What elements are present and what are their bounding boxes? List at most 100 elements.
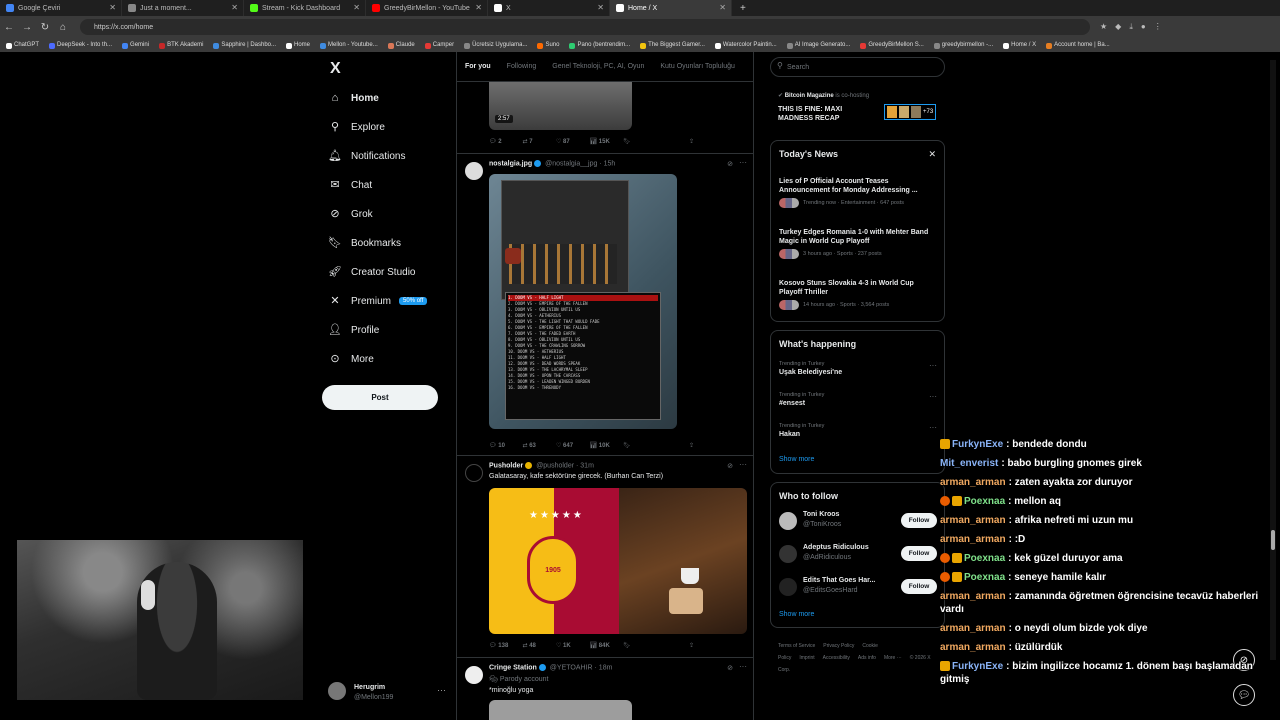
tweet-time[interactable]: 18m	[599, 664, 613, 671]
bookmark-item[interactable]: Camper	[423, 42, 462, 49]
avatar[interactable]	[779, 545, 797, 563]
close-tab-icon[interactable]: ✕	[353, 3, 360, 12]
bookmark-item[interactable]: DeepSeek - Into th...	[47, 42, 120, 49]
download-icon[interactable]: ⤓	[1129, 22, 1133, 32]
x-logo[interactable]: X	[330, 60, 341, 78]
chat-username[interactable]: FurkynExe	[952, 661, 1003, 672]
more-icon[interactable]: ···	[929, 392, 937, 401]
browser-tab[interactable]: GreedyBirMellon - YouTube ✕	[366, 0, 488, 16]
close-tab-icon[interactable]: ✕	[597, 3, 604, 12]
bookmark-item[interactable]: Mellon - Youtube...	[318, 42, 386, 49]
news-item[interactable]: Turkey Edges Romania 1-0 with Mehter Ban…	[779, 228, 937, 259]
bookmark-item[interactable]: GreedyBirMellon S...	[858, 42, 931, 49]
bookmark-item[interactable]: Home / X	[1001, 42, 1044, 49]
bookmark-item[interactable]: greedybirmellon -...	[932, 42, 1001, 49]
close-tab-icon[interactable]: ✕	[109, 3, 116, 12]
chat-username[interactable]: arman_arman	[940, 515, 1006, 526]
tweet-handle[interactable]: @YETOAHIR	[550, 664, 593, 671]
tweet[interactable]: nostalgia.jpg @nostalgia__jpg · 15h ⊘ ··…	[457, 153, 753, 453]
news-item[interactable]: Kosovo Stuns Slovakia 4-3 in World Cup P…	[779, 279, 937, 310]
tweet[interactable]: Cringe Station @YETOAHIR · 18m ⊘ ··· 🎭︎ …	[457, 657, 753, 720]
tweet-time[interactable]: 31m	[580, 462, 594, 469]
follow-suggestion[interactable]: Toni Kroos @ToniKroos Follow	[779, 509, 937, 535]
tweet-time[interactable]: 15h	[604, 160, 616, 167]
footer-link[interactable]: Terms of Service	[778, 643, 815, 649]
close-tab-icon[interactable]: ✕	[475, 3, 482, 12]
extension-icon[interactable]: ◆	[1115, 22, 1121, 32]
sidebar-item-premium[interactable]: ✕ Premium 50% off	[328, 290, 428, 312]
bookmark-item[interactable]: ChatGPT	[4, 42, 47, 49]
show-more-link[interactable]: Show more	[779, 611, 814, 618]
bookmark-item[interactable]: Sapphire | Dashbo...	[211, 42, 284, 49]
bookmark-item[interactable]: Home	[284, 42, 318, 49]
messages-float-icon[interactable]: 💬︎	[1233, 684, 1255, 706]
more-icon[interactable]: ···	[437, 685, 446, 695]
chat-username[interactable]: FurkynExe	[952, 439, 1003, 450]
tweet-handle[interactable]: @nostalgia__jpg	[545, 160, 597, 167]
browser-tab[interactable]: X ✕	[488, 0, 610, 16]
footer-link[interactable]: Imprint	[799, 655, 814, 661]
close-tab-icon[interactable]: ✕	[719, 3, 726, 12]
tweet-image[interactable]	[489, 700, 632, 720]
tweet-image[interactable]: 1. DOOM VS - HALF LIGHT 2. DOOM VS - EMPI…	[489, 174, 677, 429]
share-icon[interactable]: ⇪	[689, 138, 747, 148]
sidebar-item-home[interactable]: ⌂ Home	[328, 87, 379, 109]
chat-username[interactable]: arman_arman	[940, 642, 1006, 653]
chat-username[interactable]: Mit_enverist	[940, 458, 998, 469]
avatar[interactable]	[465, 666, 483, 684]
browser-tab[interactable]: Stream - Kick Dashboard ✕	[244, 0, 366, 16]
bookmark-item[interactable]: Gemini	[120, 42, 157, 49]
tab-following[interactable]: Following	[499, 63, 545, 70]
grok-icon[interactable]: ⊘	[727, 664, 733, 672]
bookmark-item[interactable]: Pano (bentrendim...	[567, 42, 638, 49]
follow-button[interactable]: Follow	[901, 513, 937, 528]
avatar[interactable]	[465, 162, 483, 180]
footer-link[interactable]: Accessibility	[823, 655, 850, 661]
repost-button[interactable]: ⇄ 7	[523, 138, 557, 148]
avatar[interactable]	[779, 512, 797, 530]
follow-button[interactable]: Follow	[901, 546, 937, 561]
views-button[interactable]: 📊︎ 10K	[590, 442, 624, 452]
bookmark-item[interactable]: Watercolor Paintin...	[713, 42, 785, 49]
close-icon[interactable]: ✕	[928, 149, 936, 160]
tweet-image[interactable]: ★★★★★ 1905	[489, 488, 747, 634]
more-icon[interactable]: ···	[929, 423, 937, 432]
share-icon[interactable]: ⇪	[689, 642, 747, 652]
bookmark-item[interactable]: Ücretsiz Uygulama...	[462, 42, 535, 49]
repost-button[interactable]: ⇄ 48	[523, 642, 557, 652]
sidebar-item-more[interactable]: ⊙ More	[328, 348, 373, 370]
footer-link[interactable]: Privacy Policy	[823, 643, 854, 649]
tab-community-2[interactable]: Genel Teknoloji, PC, AI, Oyun	[544, 63, 652, 70]
avatar[interactable]	[465, 464, 483, 482]
views-button[interactable]: 📊︎ 84K	[590, 642, 624, 652]
account-switcher[interactable]: Herugrim @Mellon199 ···	[328, 680, 448, 704]
tab-community-3[interactable]: Kutu Oyunları Topluluğu	[652, 63, 743, 70]
browser-tab[interactable]: Google Çeviri ✕	[0, 0, 122, 16]
bookmark-item[interactable]: Claude	[386, 42, 423, 49]
sidebar-item-bookmarks[interactable]: 🔖︎ Bookmarks	[328, 232, 401, 254]
avatar[interactable]	[779, 578, 797, 596]
views-button[interactable]: 📊︎ 15K	[590, 138, 624, 148]
chat-username[interactable]: arman_arman	[940, 623, 1006, 634]
tweet-handle[interactable]: @pusholder	[536, 462, 574, 469]
footer-link[interactable]: More ···	[884, 655, 902, 661]
follow-suggestion[interactable]: Adeptus Ridiculous @AdRidiculous Follow	[779, 542, 937, 568]
tweet-author-name[interactable]: Pusholder	[489, 462, 523, 469]
browser-tab[interactable]: Home / X ✕	[610, 0, 732, 16]
live-space-card[interactable]: ✔ Bitcoin Magazine is co-hosting THIS IS…	[778, 92, 944, 122]
more-icon[interactable]: ···	[739, 158, 747, 167]
chat-username[interactable]: arman_arman	[940, 591, 1006, 602]
sidebar-item-profile[interactable]: 👤︎ Profile	[328, 319, 379, 341]
bookmark-icon[interactable]: 🔖︎	[623, 138, 681, 148]
show-more-link[interactable]: Show more	[779, 456, 814, 463]
sidebar-item-explore[interactable]: ⚲ Explore	[328, 116, 385, 138]
back-icon[interactable]: ←	[0, 22, 18, 33]
footer-link[interactable]: Ads info	[858, 655, 876, 661]
sidebar-item-notifications[interactable]: 🔔︎ Notifications	[328, 145, 405, 167]
repost-button[interactable]: ⇄ 63	[523, 442, 557, 452]
search-input[interactable]: ⚲ Search	[770, 57, 945, 77]
more-icon[interactable]: ···	[929, 361, 937, 370]
like-button[interactable]: ♡ 87	[556, 138, 590, 148]
trend-item[interactable]: Trending in Turkey Uşak Belediyesi'ne ··…	[779, 361, 937, 376]
bookmark-icon[interactable]: 🔖︎	[623, 442, 681, 452]
